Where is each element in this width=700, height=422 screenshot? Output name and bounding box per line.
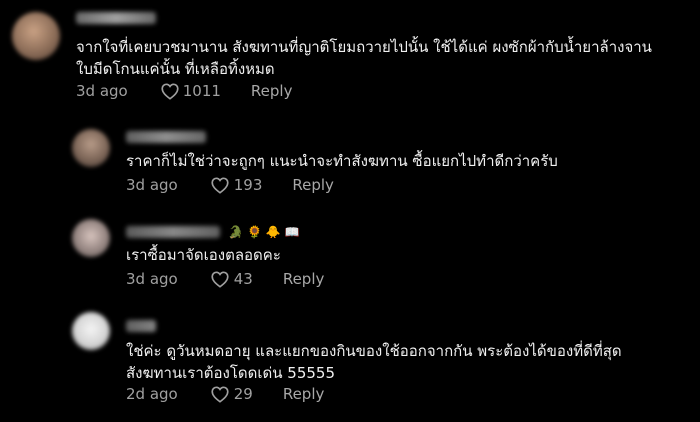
reply-button[interactable]: Reply [292,176,334,194]
avatar[interactable] [72,219,110,257]
like-button[interactable]: 43 [210,270,253,288]
book-icon: 📖 [284,225,300,239]
comment-text: จากใจที่เคยบวชมานาน สังฆทานที่ญาติโยมถวา… [76,36,652,80]
comment-text: ราคาก็ไม่ใช่ว่าจะถูกๆ แนะนำจะทำสังฆทาน ซ… [126,150,558,172]
username-blurred[interactable] [126,131,206,143]
comment-text: ใช่ค่ะ ดูวันหมดอายุ และแยกของกินของใช้ออ… [126,340,622,384]
like-button[interactable]: 29 [210,385,253,403]
avatar[interactable] [72,312,110,350]
reply-button[interactable]: Reply [283,270,325,288]
comment-text-line: เราซื้อมาจัดเองตลอดคะ [126,246,281,264]
comment-text-line: ใบมีดโกนแค่นั้น ที่เหลือทิ้งหมด [76,60,275,78]
heart-outline-icon [211,271,229,288]
timestamp: 2d ago [126,385,178,403]
like-count: 1011 [182,82,221,100]
comment-text-line: จากใจที่เคยบวชมานาน สังฆทานที่ญาติโยมถวา… [76,38,652,56]
timestamp: 3d ago [126,270,178,288]
like-button[interactable]: 193 [210,176,263,194]
comment-text: เราซื้อมาจัดเองตลอดคะ [126,244,281,266]
username-blurred[interactable] [126,226,220,238]
like-count: 29 [233,385,253,403]
comment-meta: 3d ago 1011 Reply [76,82,292,100]
crocodile-icon: 🐊 [228,225,243,239]
chick-icon: 🐥 [265,225,281,239]
heart-outline-icon [211,386,229,403]
username-emojis: 🐊 🌻 🐥 📖 [228,225,300,239]
comment-meta: 3d ago 43 Reply [126,270,324,288]
comment-meta: 3d ago 193 Reply [126,176,334,194]
sunflower-icon: 🌻 [246,225,262,239]
comment-text-line: สังฆทานเราต้องโดดเด่น 55555 [126,364,336,382]
comment-text-line: ราคาก็ไม่ใช่ว่าจะถูกๆ แนะนำจะทำสังฆทาน ซ… [126,152,558,170]
username-blurred[interactable] [126,320,156,332]
heart-outline-icon [161,83,179,100]
comment-meta: 2d ago 29 Reply [126,385,324,403]
reply-button[interactable]: Reply [283,385,325,403]
like-count: 43 [233,270,253,288]
username-blurred[interactable] [76,12,156,24]
comment-text-line: ใช่ค่ะ ดูวันหมดอายุ และแยกของกินของใช้ออ… [126,342,622,360]
heart-outline-icon [211,177,229,194]
avatar[interactable] [12,12,60,60]
avatar[interactable] [72,129,110,167]
like-button[interactable]: 1011 [160,82,221,100]
timestamp: 3d ago [126,176,178,194]
like-count: 193 [233,176,263,194]
reply-button[interactable]: Reply [251,82,293,100]
timestamp: 3d ago [76,82,128,100]
